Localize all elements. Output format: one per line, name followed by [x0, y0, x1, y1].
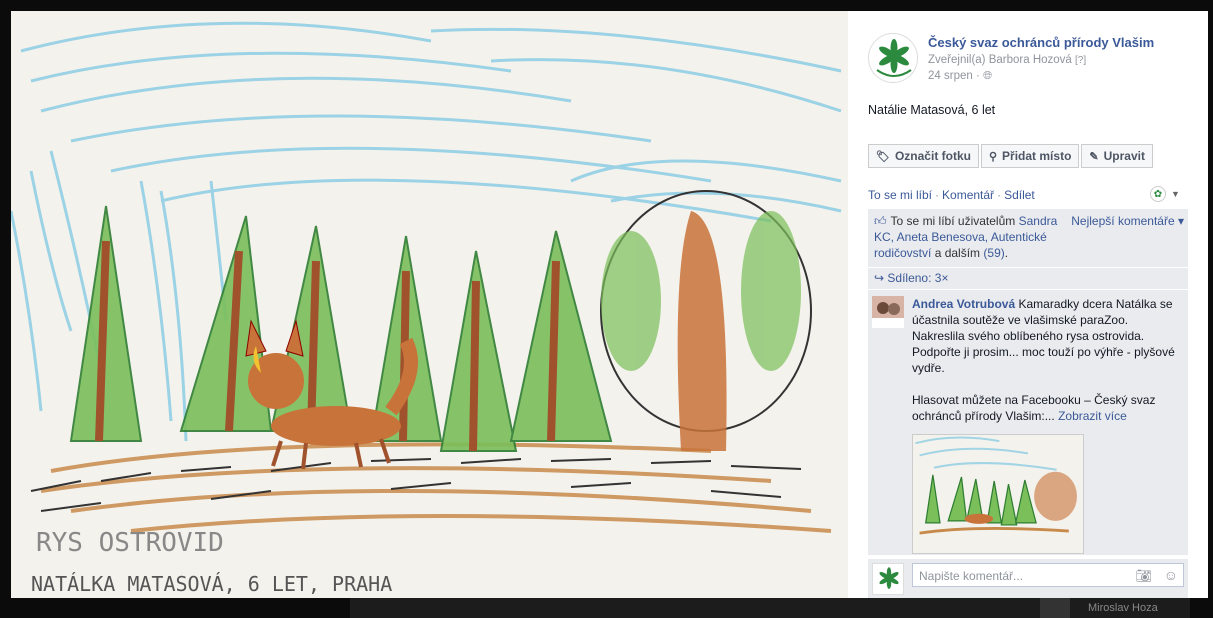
main-photo[interactable]: RYS OSTROVID NATÁLKA MATASOVÁ, 6 LET, PR…	[11, 11, 848, 598]
posted-by: Zveřejnil(a) Barbora Hozová [?]	[928, 54, 1086, 66]
comment-body: Andrea Votrubová Kamaradky dcera Natálka…	[912, 296, 1182, 424]
photo-actions: 🏷︎ Označit fotku ⚲ Přidat místo ✎ Upravi…	[868, 144, 1155, 168]
comment-author-link[interactable]: Andrea Votrubová	[912, 297, 1015, 311]
comment-item: Andrea Votrubová Kamaradky dcera Natálka…	[868, 290, 1188, 555]
separator: ·	[935, 188, 940, 202]
shares-link[interactable]: Sdíleno: 3×	[887, 271, 948, 285]
scrollbar[interactable]	[1188, 11, 1208, 598]
best-comments-dropdown[interactable]: Nejlepší komentáře ▾	[1071, 213, 1184, 229]
add-place-label: Přidat místo	[1002, 149, 1072, 163]
emoji-icon[interactable]: ☺	[1164, 567, 1178, 583]
edit-label: Upravit	[1103, 149, 1145, 163]
help-link[interactable]: [?]	[1075, 55, 1086, 66]
likes-summary: 👍︎ To se mi líbí uživatelům Sandra KC, An…	[868, 209, 1188, 268]
shares-row: ↪ Sdíleno: 3×	[868, 268, 1188, 290]
and-more-text: a dalším	[934, 246, 981, 260]
background-avatar	[1040, 598, 1070, 618]
write-comment-box: Napište komentář... 📷︎ ☺	[868, 559, 1188, 598]
page-avatar-icon: ✿	[1150, 186, 1166, 202]
location-pin-icon: ⚲	[988, 150, 998, 163]
likes-text: 👍︎ To se mi líbí uživatelům Sandra KC, An…	[874, 214, 1058, 260]
background-name: Miroslav Hoza	[1088, 602, 1158, 614]
likes-count-link[interactable]: (59)	[983, 246, 1004, 260]
background-page: Miroslav Hoza	[350, 596, 1190, 618]
comment-avatar[interactable]	[872, 296, 904, 328]
photo-viewer-overlay: Miroslav Hoza RYS OSTROVID NATÁLKA MATAS…	[0, 0, 1213, 618]
comment-link[interactable]: Komentář	[942, 188, 994, 202]
chevron-down-icon: ▼	[1171, 189, 1180, 199]
thumbs-up-icon: 👍︎	[874, 214, 887, 228]
share-arrow-icon: ↪	[874, 271, 885, 285]
likes-prefix: To se mi líbí uživatelům	[890, 214, 1016, 228]
page-logo[interactable]	[868, 33, 918, 83]
tag-icon: 🏷︎	[876, 150, 890, 163]
attached-drawing-thumbnail	[913, 435, 1083, 553]
dot-separator: ·	[975, 70, 983, 82]
page-name-link[interactable]: Český svaz ochránců přírody Vlašim	[928, 35, 1154, 50]
share-link[interactable]: Sdílet	[1004, 188, 1035, 202]
post-date: 24 srpen · 🌐︎	[928, 70, 992, 83]
see-more-link[interactable]: Zobrazit více	[1058, 409, 1127, 423]
separator: ·	[997, 188, 1002, 202]
avatar-photo	[872, 296, 904, 328]
posted-by-text: Zveřejnil(a) Barbora Hozová	[928, 54, 1072, 66]
comment-attached-image[interactable]	[912, 434, 1084, 554]
photo-sidebar: × Český svaz ochránců přírody Vlašim	[848, 11, 1208, 598]
leaf-logo-icon	[876, 39, 912, 77]
add-place-button[interactable]: ⚲ Přidat místo	[980, 144, 1080, 168]
ufi-links: To se mi líbí · Komentář · Sdílet	[868, 188, 1035, 202]
date-text[interactable]: 24 srpen	[928, 70, 973, 82]
edit-button[interactable]: ✎ Upravit	[1081, 144, 1153, 168]
drawing-title-text: RYS OSTROVID	[36, 528, 224, 558]
my-page-avatar	[872, 563, 904, 595]
feedback-box: 👍︎ To se mi líbí uživatelům Sandra KC, An…	[868, 209, 1188, 555]
like-link[interactable]: To se mi líbí	[868, 188, 932, 202]
globe-icon: 🌐︎	[983, 70, 993, 82]
tag-photo-label: Označit fotku	[894, 149, 971, 163]
photo-caption: Natálie Matasová, 6 let	[868, 103, 996, 117]
drawing-caption-text: NATÁLKA MATASOVÁ, 6 LET, PRAHA	[31, 572, 392, 596]
tag-photo-button[interactable]: 🏷︎ Označit fotku	[868, 144, 979, 168]
pencil-icon: ✎	[1089, 150, 1099, 163]
leaf-logo-icon	[879, 567, 899, 589]
act-as-page-switcher[interactable]: ✿ ▼	[1150, 186, 1180, 202]
comment-paragraph-2: Hlasovat můžete na Facebooku – Český sva…	[912, 392, 1182, 424]
child-drawing: RYS OSTROVID NATÁLKA MATASOVÁ, 6 LET, PR…	[11, 11, 848, 598]
camera-icon[interactable]: 📷︎	[1135, 568, 1152, 584]
comment-paragraph-1: Andrea Votrubová Kamaradky dcera Natálka…	[912, 296, 1182, 376]
